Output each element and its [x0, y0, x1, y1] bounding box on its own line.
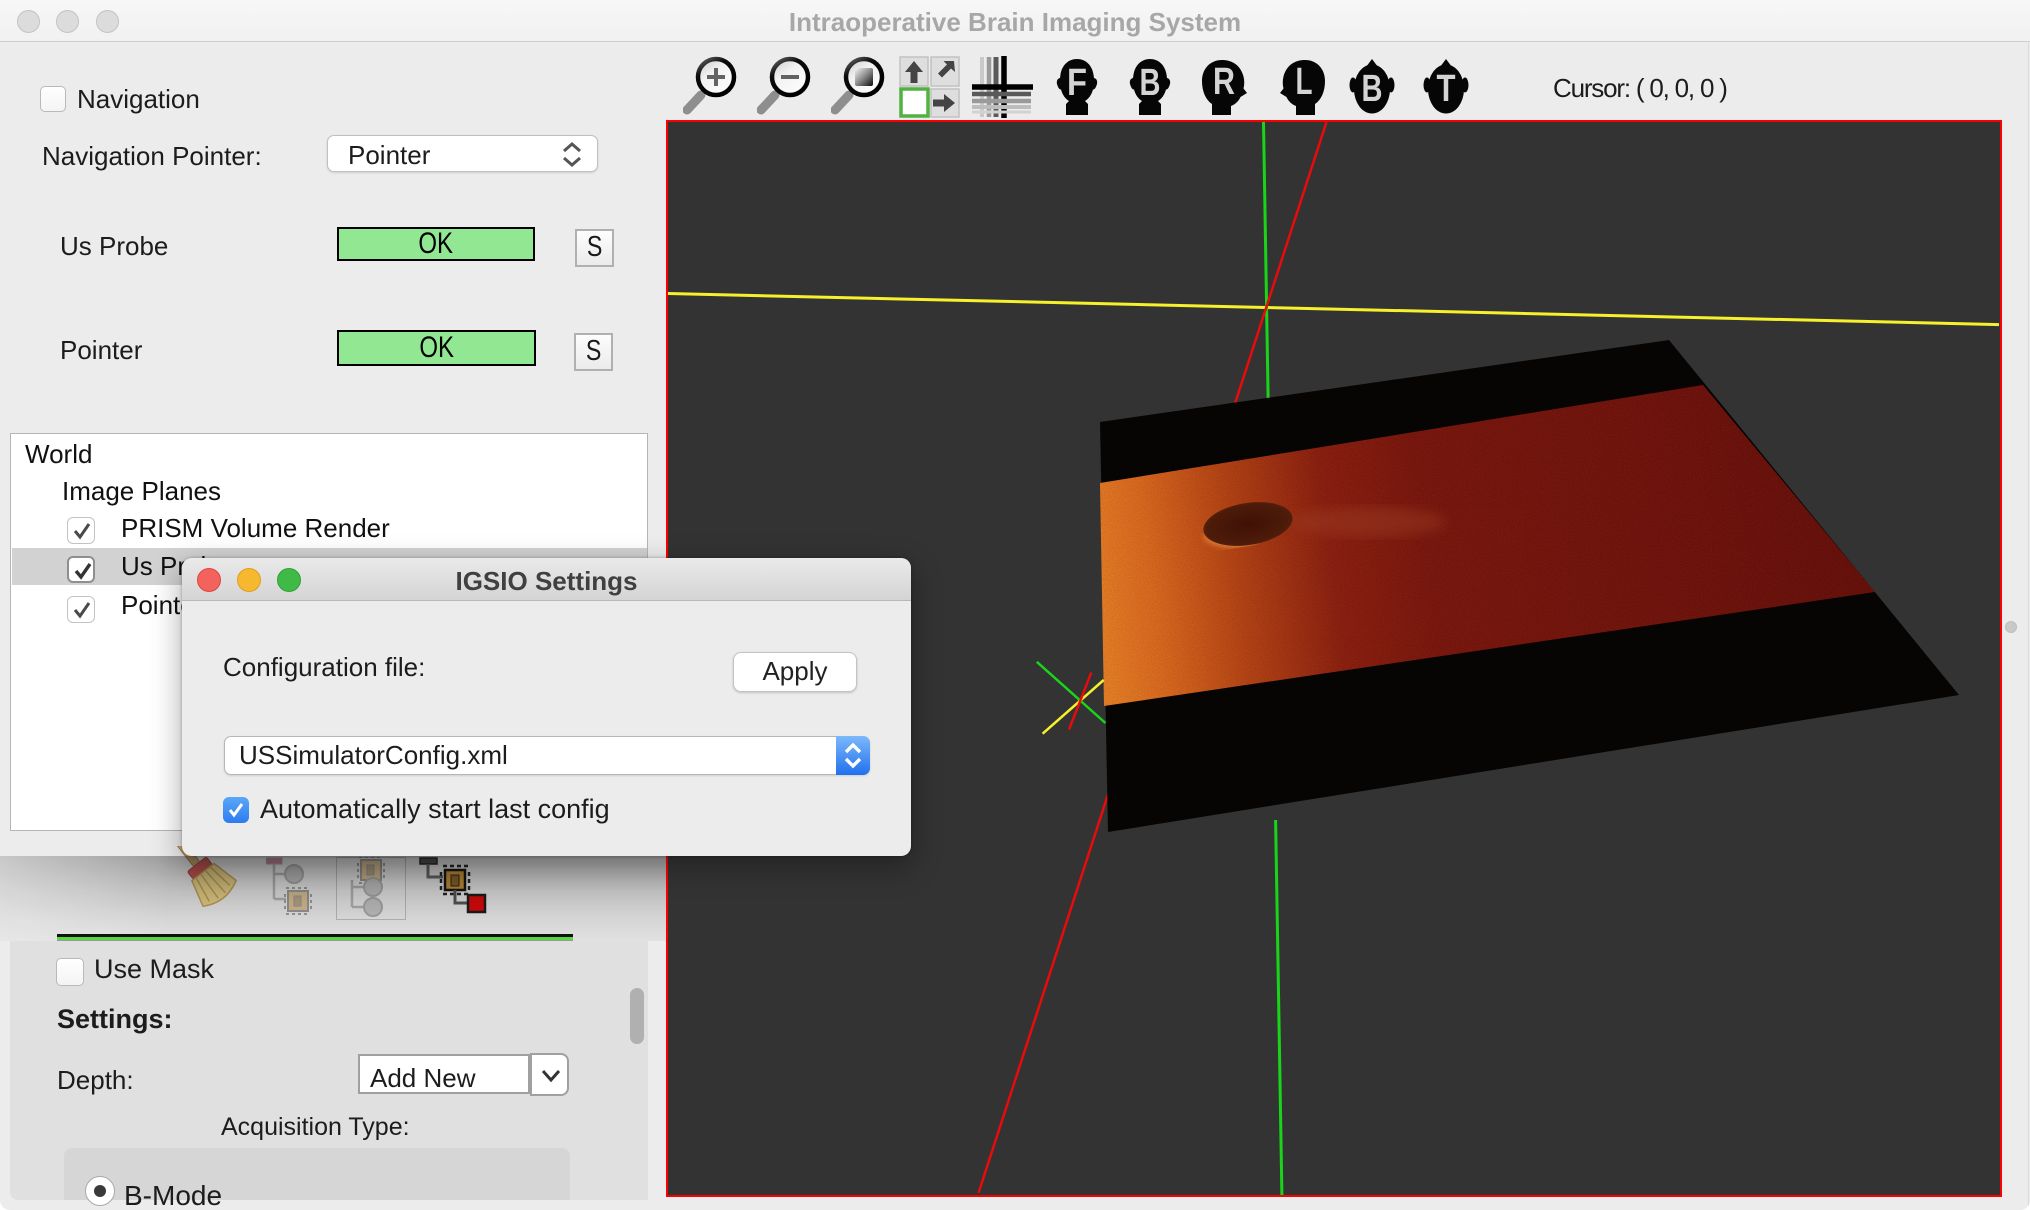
svg-text:F: F — [1067, 62, 1087, 104]
svg-text:B: B — [1362, 68, 1383, 110]
svg-text:B: B — [1140, 62, 1161, 104]
svg-text:L: L — [1296, 61, 1313, 103]
svg-text:R: R — [1213, 61, 1235, 103]
svg-text:T: T — [1437, 68, 1456, 110]
